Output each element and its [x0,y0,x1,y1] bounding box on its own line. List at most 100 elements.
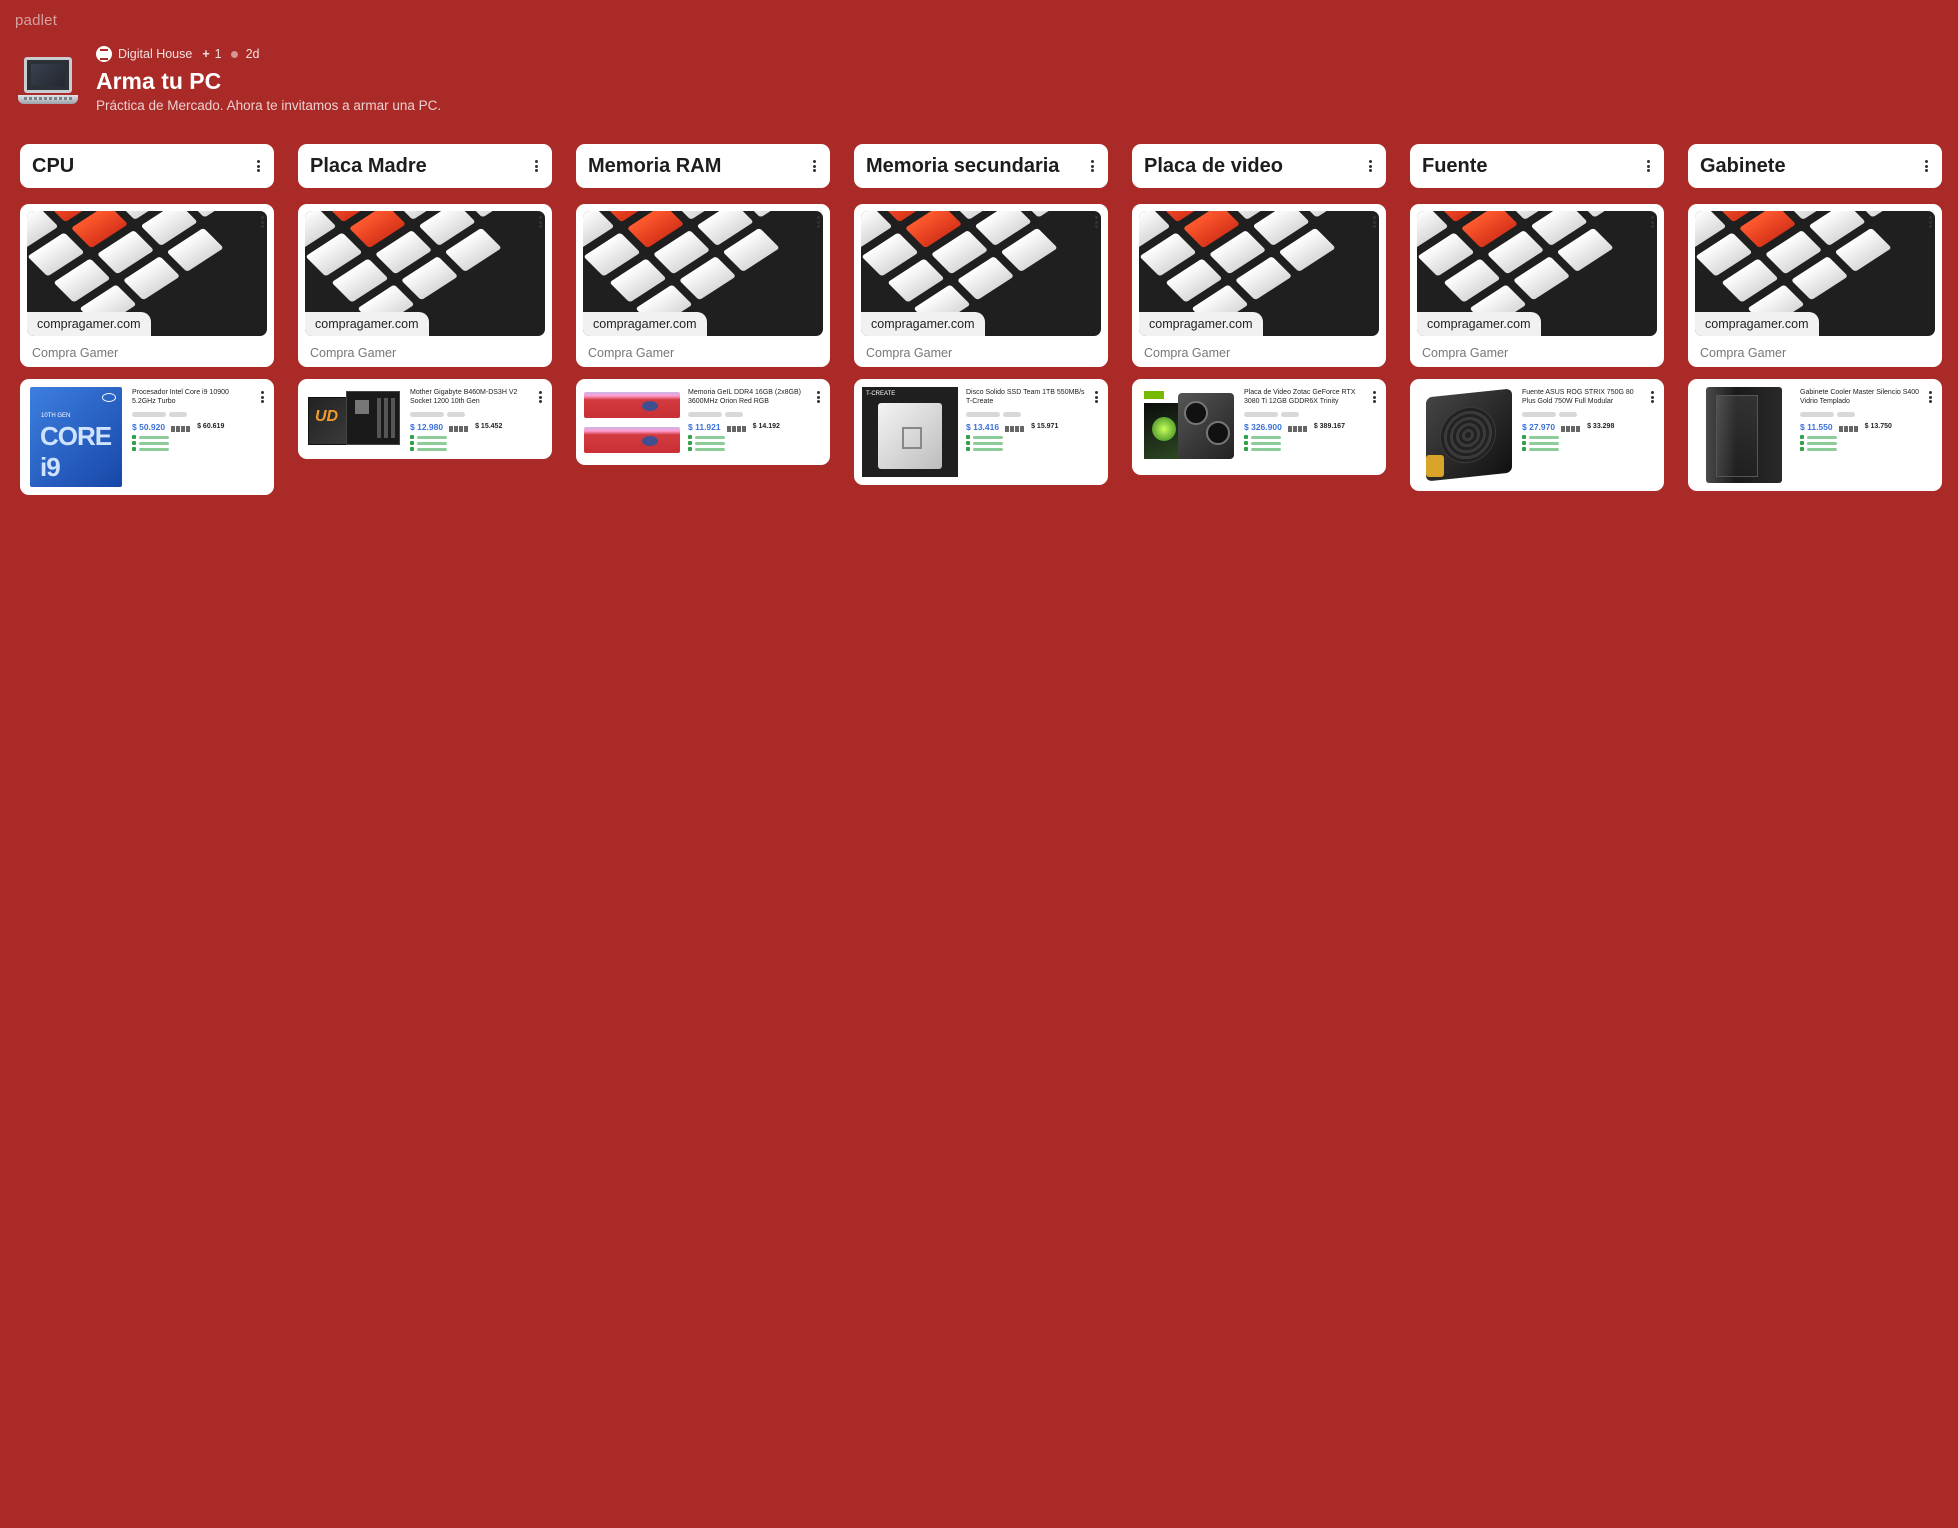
column-header[interactable]: Gabinete [1688,144,1942,188]
product-price: $ 11.550 [1800,421,1833,432]
product-tags [132,411,252,417]
column-header[interactable]: Fuente [1410,144,1664,188]
screenshot-post-card[interactable]: Gabinete Cooler Master Silencio S400 Vid… [1688,379,1942,491]
payment-cards-icon [726,426,747,433]
link-source: Compra Gamer [310,346,397,360]
link-post-card[interactable]: compragamer.com Compra Gamer [854,204,1108,367]
column-menu-icon[interactable] [1642,158,1654,174]
post-menu-icon[interactable] [1368,389,1380,405]
shipping-feature [1800,435,1920,440]
post-menu-icon[interactable] [256,389,268,405]
board-columns: CPU compragamer.com Compra Gamer 10TH GE… [20,144,1942,507]
board-title: Arma tu PC [96,68,222,94]
product-tags [1800,411,1920,417]
product-list-price: $ 15.452 [475,423,503,431]
shipping-feature [688,435,808,440]
stock-feature [1800,441,1920,446]
column-title: Gabinete [1700,154,1786,177]
truck-icon [1244,447,1248,452]
column-title: Memoria secundaria [866,154,1060,177]
truck-icon [1522,447,1526,452]
check-icon [1522,435,1526,440]
column-menu-icon[interactable] [1364,158,1376,174]
product-price: $ 13.416 [966,421,1000,432]
link-thumbnail: compragamer.com [305,211,545,336]
truck-icon [132,447,136,452]
delivery-feature [1244,447,1364,452]
delivery-feature [966,447,1086,452]
column-header[interactable]: Memoria secundaria [854,144,1108,188]
column-menu-icon[interactable] [808,158,820,174]
column-menu-icon[interactable] [1920,158,1932,174]
column-header[interactable]: Placa Madre [298,144,552,188]
post-menu-icon[interactable] [1924,389,1936,405]
delivery-feature [410,447,530,452]
product-price: $ 12.980 [410,421,444,432]
post-menu-icon[interactable] [1368,214,1380,230]
column-title: Placa de video [1144,154,1283,177]
product-prices: $ 12.980 $ 15.452 [410,422,530,433]
payment-cards-icon [1287,426,1308,433]
screenshot-post-card[interactable]: Placa de Video Zotac GeForce RTX 3080 Ti… [1132,379,1386,475]
link-post-card[interactable]: compragamer.com Compra Gamer [1132,204,1386,367]
post-menu-icon[interactable] [534,214,546,230]
product-list-price: $ 33.298 [1587,423,1615,431]
delivery-feature [132,447,252,452]
post-menu-icon[interactable] [812,389,824,405]
product-name: Placa de Video Zotac GeForce RTX 3080 Ti… [1244,389,1356,405]
payment-cards-icon [1838,426,1859,433]
screenshot-post-card[interactable]: 10TH GEN CORE i9 Procesador Intel Core i9… [20,379,274,495]
screenshot-post-card[interactable]: Memoria GeIL DDR4 16GB (2x8GB) 3600MHz O… [576,379,830,465]
padlet-logo[interactable]: padlet [15,12,57,29]
post-menu-icon[interactable] [812,214,824,230]
column-menu-icon[interactable] [252,158,264,174]
product-prices: $ 326.900 $ 389.167 [1244,422,1364,433]
product-name: Gabinete Cooler Master Silencio S400 Vid… [1800,389,1920,405]
product-name: Disco Solido SSD Team 1TB 550MB/s T-Crea… [966,389,1085,405]
psu-image [1418,387,1514,483]
column-menu-icon[interactable] [530,158,542,174]
link-domain: compragamer.com [305,312,429,336]
org-name[interactable]: Digital House [118,47,192,61]
screenshot-post-card[interactable]: Fuente ASUS ROG STRIX 750G 80 Plus Gold … [1410,379,1664,491]
product-info: Gabinete Cooler Master Silencio S400 Vid… [1800,387,1934,483]
product-price: $ 11.921 [688,421,721,432]
product-image [1696,387,1792,483]
check-icon [966,441,970,446]
ram-image [584,387,680,457]
column-header[interactable]: CPU [20,144,274,188]
stock-feature [1244,441,1364,446]
product-info: Disco Solido SSD Team 1TB 550MB/s T-Crea… [966,387,1100,477]
link-thumbnail: compragamer.com [861,211,1101,336]
check-icon [410,435,414,440]
column-header[interactable]: Placa de video [1132,144,1386,188]
post-menu-icon[interactable] [534,389,546,405]
truck-icon [966,447,970,452]
column-title: Memoria RAM [588,154,722,177]
post-menu-icon[interactable] [1646,214,1658,230]
link-post-card[interactable]: compragamer.com Compra Gamer [298,204,552,367]
check-icon [410,441,414,446]
product-tags [688,411,808,417]
column-header[interactable]: Memoria RAM [576,144,830,188]
link-post-card[interactable]: compragamer.com Compra Gamer [1688,204,1942,367]
product-tags [966,411,1086,417]
org-avatar-icon[interactable] [96,46,112,62]
post-menu-icon[interactable] [1924,214,1936,230]
screenshot-post-card[interactable]: Mother Gigabyte B460M-DS3H V2 Socket 120… [298,379,552,460]
post-menu-icon[interactable] [256,214,268,230]
product-info: Mother Gigabyte B460M-DS3H V2 Socket 120… [410,387,544,452]
board-column: Fuente compragamer.com Compra Gamer Fuen… [1410,144,1664,507]
post-menu-icon[interactable] [1646,389,1658,405]
link-post-card[interactable]: compragamer.com Compra Gamer [576,204,830,367]
board-meta: Digital House + 1 2d [96,45,441,63]
column-menu-icon[interactable] [1086,158,1098,174]
screenshot-post-card[interactable]: T-CREATE Disco Solido SSD Team 1TB 550MB… [854,379,1108,485]
product-prices: $ 50.920 $ 60.619 [132,422,252,433]
post-menu-icon[interactable] [1090,389,1102,405]
post-menu-icon[interactable] [1090,214,1102,230]
link-post-card[interactable]: compragamer.com Compra Gamer [1410,204,1664,367]
link-post-card[interactable]: compragamer.com Compra Gamer [20,204,274,367]
board-column: Placa de video compragamer.com Compra Ga… [1132,144,1386,507]
board-column: Gabinete compragamer.com Compra Gamer Ga… [1688,144,1942,507]
